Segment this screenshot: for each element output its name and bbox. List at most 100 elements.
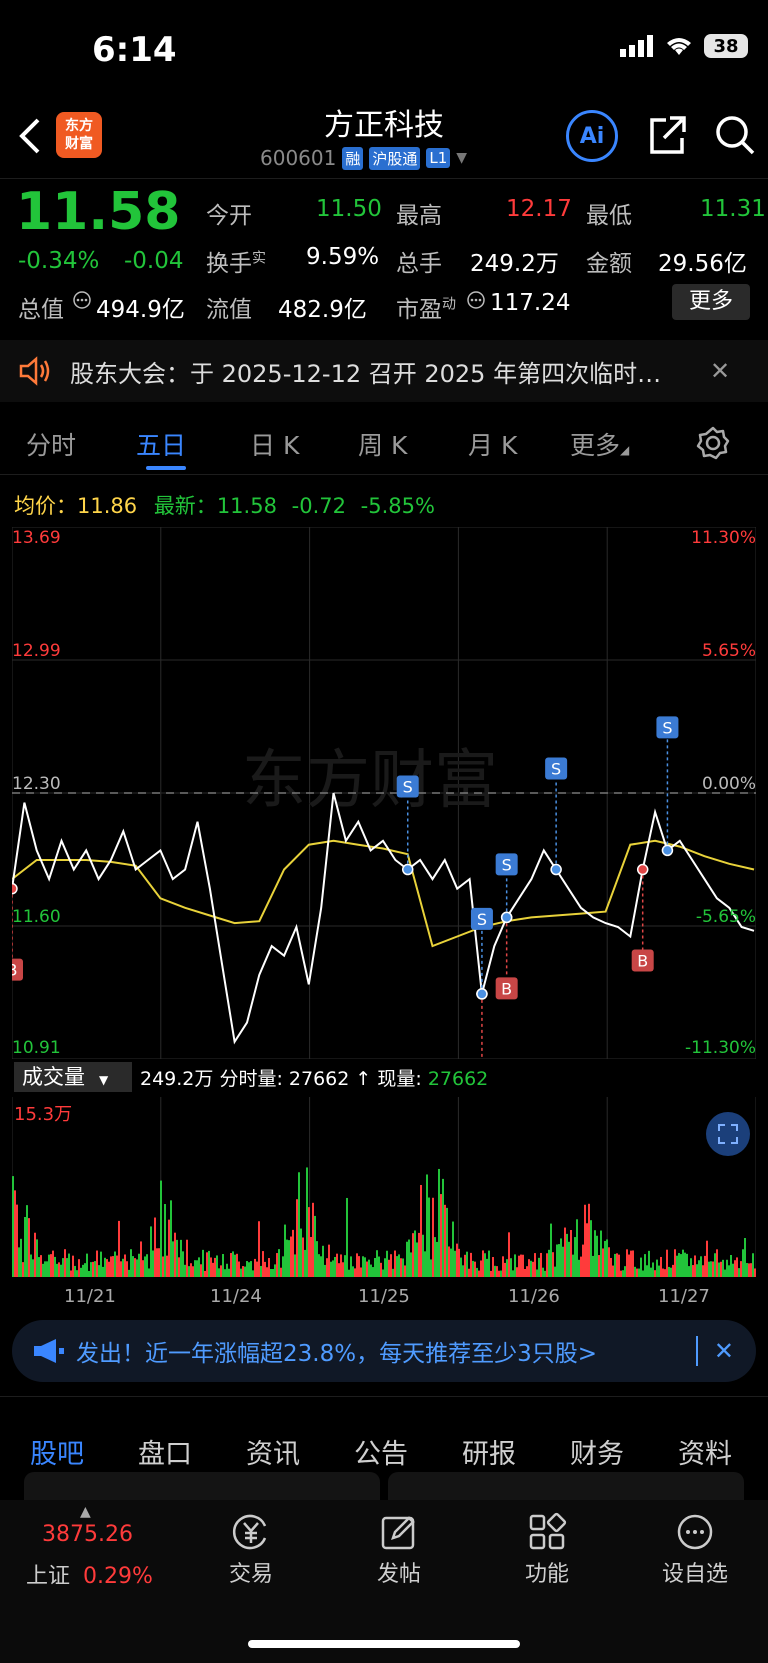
volume-bar (136, 1259, 138, 1277)
volume-bar (320, 1256, 322, 1277)
volume-bar (664, 1269, 666, 1277)
pe-info-icon[interactable] (466, 290, 486, 310)
share-icon[interactable] (648, 114, 688, 156)
tab-week-k[interactable]: 周 K (358, 426, 407, 462)
megaphone-icon (34, 1339, 64, 1363)
info-icon[interactable] (72, 290, 92, 310)
volume-bar (584, 1204, 586, 1277)
volume-bar (414, 1230, 416, 1277)
volume-bar (534, 1253, 536, 1277)
change-amount: -0.04 (124, 248, 184, 274)
volume-bar (358, 1256, 360, 1277)
volume-bar (556, 1244, 558, 1277)
volume-bar (532, 1261, 534, 1277)
expand-icon[interactable] (706, 1112, 750, 1156)
tab-finance[interactable]: 财务 (570, 1432, 624, 1471)
last-price: 11.58 (16, 182, 181, 242)
volume-bar (118, 1220, 120, 1277)
volume-bar (252, 1270, 254, 1277)
volume-bar (236, 1253, 238, 1277)
volume-bar (348, 1269, 350, 1277)
index-value[interactable]: 3875.26 (42, 1522, 133, 1547)
volume-bar (70, 1270, 72, 1277)
volume-bar (610, 1257, 612, 1277)
volume-bar (688, 1266, 690, 1277)
tab-guba[interactable]: 股吧 (30, 1432, 84, 1471)
volume-bar (508, 1232, 510, 1277)
tab-profile[interactable]: 资料 (678, 1432, 732, 1471)
settings-icon[interactable] (696, 426, 730, 460)
connect-tag: 沪股通 (369, 146, 421, 170)
grid-icon (529, 1512, 567, 1550)
volume-bar (372, 1267, 374, 1277)
promo-close-icon[interactable]: ✕ (714, 1337, 734, 1365)
tab-research[interactable]: 研报 (462, 1432, 516, 1471)
volume-bar (354, 1268, 356, 1277)
volume-bar (14, 1190, 16, 1277)
volume-bar (698, 1260, 700, 1277)
volume-bar (322, 1245, 324, 1277)
index-row[interactable]: 上证 0.29% (26, 1558, 153, 1590)
tab-news[interactable]: 资讯 (246, 1432, 300, 1471)
volume-bar (240, 1268, 242, 1277)
volume-bar (114, 1251, 116, 1277)
tab-announce[interactable]: 公告 (354, 1432, 408, 1471)
change-pct: -0.34% (18, 248, 100, 274)
stock-code-row[interactable]: 600601 融 沪股通 L1 ▼ (260, 146, 467, 170)
volume-bar (306, 1167, 308, 1277)
price-chart[interactable]: 东方财富 BBBBSSSSS 13.6911.30%12.995.65%12.3… (12, 527, 756, 1059)
volume-bar (554, 1266, 556, 1277)
tab-more[interactable]: 更多◢ (570, 426, 629, 462)
mktcap-value: 494.9亿 (96, 297, 185, 323)
tab-day-k[interactable]: 日 K (250, 426, 299, 462)
volume-selector[interactable]: 成交量 ▼ (14, 1062, 132, 1092)
volume-bar (686, 1253, 688, 1277)
volume-bar (602, 1248, 604, 1277)
volume-bar (94, 1261, 96, 1277)
close-icon[interactable]: ✕ (710, 357, 730, 385)
volume-bar (140, 1241, 142, 1277)
volume-bar (744, 1238, 746, 1277)
volume-bar (260, 1265, 262, 1277)
volume-bar (510, 1258, 512, 1277)
volume-chart[interactable] (12, 1097, 756, 1277)
volume-bar (662, 1268, 664, 1277)
low-label: 最低 (586, 203, 632, 229)
notice-bar[interactable]: 股东大会：于 2025-12-12 召开 2025 年第四次临时… ✕ (0, 340, 768, 402)
volume-bar (412, 1233, 414, 1277)
volume-bar (682, 1249, 684, 1277)
volume-bar (350, 1256, 352, 1277)
volume-bar (162, 1256, 164, 1277)
volume-bar (138, 1253, 140, 1277)
volume-bar (176, 1239, 178, 1277)
nav-post[interactable]: 发帖 (354, 1512, 444, 1588)
volume-info: 249.2万 分时量: 27662 ↑ 现量: 27662 (140, 1068, 489, 1090)
volume-bar (298, 1172, 300, 1277)
volume-bar (160, 1180, 162, 1277)
ai-button[interactable]: Ai (566, 110, 618, 162)
volume-bar (738, 1268, 740, 1277)
volume-bar (696, 1264, 698, 1277)
sell-marker-label: S (551, 760, 561, 779)
volume-bar (586, 1223, 588, 1277)
nav-trade[interactable]: 交易 (206, 1512, 296, 1588)
nav-add-watchlist[interactable]: 设自选 (650, 1512, 740, 1588)
tab-month-k[interactable]: 月 K (468, 426, 517, 462)
volume-bar (574, 1237, 576, 1277)
edit-icon (381, 1516, 415, 1550)
tab-five-day[interactable]: 五日 (136, 426, 186, 462)
volume-bar (392, 1268, 394, 1277)
volume-bar (100, 1251, 102, 1277)
tab-pankou[interactable]: 盘口 (138, 1432, 192, 1471)
volume-bar (562, 1246, 564, 1277)
tab-intraday[interactable]: 分时 (26, 426, 76, 462)
volume-bar (632, 1250, 634, 1277)
nav-function[interactable]: 功能 (502, 1512, 592, 1588)
promo-banner[interactable]: 发出！近一年涨幅超23.8%，每天推荐至少3只股> ✕ (12, 1320, 756, 1382)
search-icon[interactable] (714, 114, 756, 156)
volume-bar (190, 1263, 192, 1277)
signal-icon (620, 35, 653, 57)
volume-bar (552, 1252, 554, 1277)
volume-bar (120, 1261, 122, 1277)
more-button[interactable]: 更多 (672, 284, 750, 320)
